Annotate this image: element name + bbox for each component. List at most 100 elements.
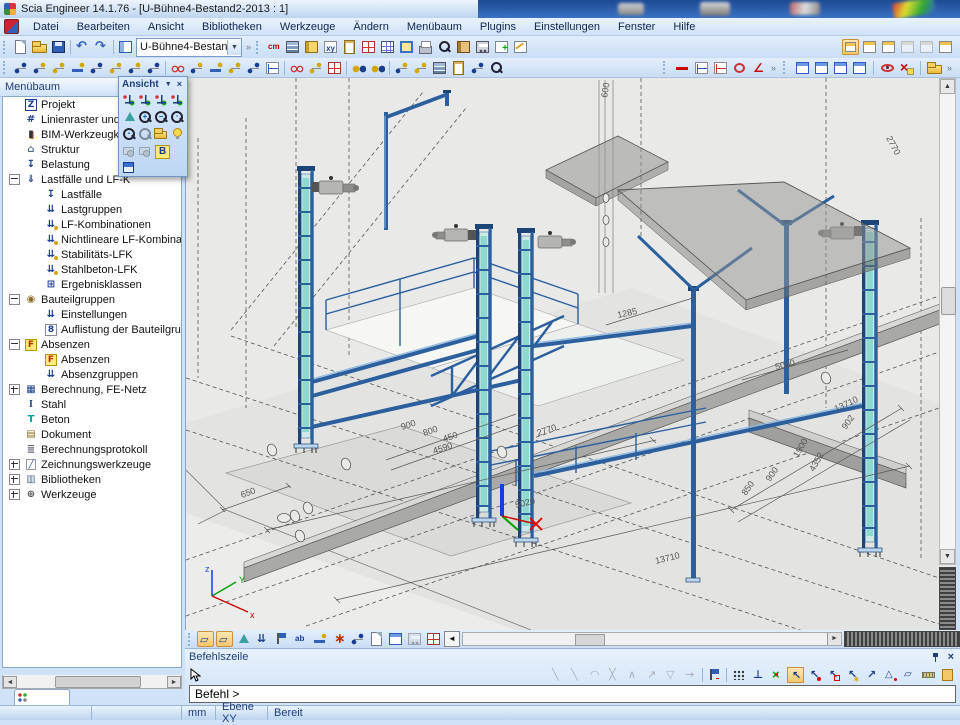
- calculator-icon[interactable]: [474, 39, 491, 55]
- save-image-icon[interactable]: [121, 143, 136, 158]
- scale-icon[interactable]: [264, 60, 281, 76]
- node-snap-icon[interactable]: [806, 667, 823, 683]
- tree-expander-icon[interactable]: [9, 459, 20, 470]
- zoom-all-icon[interactable]: [121, 126, 136, 141]
- menu-item[interactable]: Plugins: [472, 20, 524, 34]
- viewport-window-1-icon[interactable]: [794, 60, 811, 76]
- select-by-property-icon[interactable]: [350, 60, 367, 76]
- scroll-right-icon[interactable]: ►: [167, 676, 181, 688]
- tree-item[interactable]: Stabilitäts-LFK: [3, 247, 181, 262]
- paste-properties-icon[interactable]: [412, 60, 429, 76]
- measure-icon[interactable]: [920, 667, 937, 683]
- sidebar-tab[interactable]: [14, 689, 70, 705]
- tree-item[interactable]: Bauteilgruppen: [3, 292, 181, 307]
- overflow-chevron-icon[interactable]: »: [771, 63, 776, 73]
- load-copy-icon[interactable]: [450, 60, 467, 76]
- deselect-all-icon[interactable]: [69, 60, 86, 76]
- menu-tree[interactable]: Projekt Linienraster und G BIM-Werkzeugk…: [2, 96, 182, 668]
- project-manager-icon[interactable]: [117, 39, 134, 55]
- model-canvas[interactable]: 600 2770 1285 5000 900 800 450 4590 650 …: [186, 78, 939, 630]
- trim-icon[interactable]: [288, 60, 305, 76]
- select-nodes-icon[interactable]: [12, 60, 29, 76]
- window-layout-1-icon[interactable]: [842, 39, 859, 55]
- render-surface-icon[interactable]: [216, 631, 233, 647]
- activity-filter-icon[interactable]: [425, 631, 442, 647]
- viewport-window-4-icon[interactable]: [851, 60, 868, 76]
- break-icon[interactable]: [326, 60, 343, 76]
- view-x-icon[interactable]: [121, 92, 136, 107]
- document-library-icon[interactable]: [455, 39, 472, 55]
- tree-item[interactable]: Dokument: [3, 427, 181, 442]
- tracking-icon[interactable]: [706, 667, 723, 683]
- docked-panel-grip-horizontal[interactable]: [844, 631, 960, 647]
- menu-item[interactable]: Fenster: [610, 20, 663, 34]
- copy-image-icon[interactable]: [137, 143, 152, 158]
- polygon-snap-icon[interactable]: [882, 667, 899, 683]
- menu-item[interactable]: Menübaum: [399, 20, 470, 34]
- generator-icon[interactable]: [469, 60, 486, 76]
- annotation-icon[interactable]: [512, 39, 529, 55]
- window-layout-5-icon[interactable]: [918, 39, 935, 55]
- tree-expander-icon[interactable]: [9, 474, 20, 485]
- rotate-icon[interactable]: [207, 60, 224, 76]
- tree-item[interactable]: Bibliotheken: [3, 472, 181, 487]
- zoom-selection-icon[interactable]: [137, 126, 152, 141]
- shrink-elements-icon[interactable]: [406, 631, 423, 647]
- window-layout-6-icon[interactable]: [937, 39, 954, 55]
- snap-endpoint-icon[interactable]: [549, 667, 566, 683]
- pin-icon[interactable]: [930, 652, 940, 662]
- show-dimensions-icon[interactable]: [311, 631, 328, 647]
- copy-icon[interactable]: [188, 60, 205, 76]
- project-combobox[interactable]: U-Bühne4-Bestand2 ▼: [136, 38, 242, 57]
- undo-icon[interactable]: [74, 39, 91, 55]
- tree-expander-icon[interactable]: [9, 489, 20, 500]
- open-project-icon[interactable]: [31, 39, 48, 55]
- delete-tool-icon[interactable]: [898, 60, 915, 76]
- select-elements-icon[interactable]: [31, 60, 48, 76]
- menu-item[interactable]: Werkzeuge: [272, 20, 343, 34]
- tree-item[interactable]: Auflistung der Bauteilgrup: [3, 322, 181, 337]
- redo-icon[interactable]: [93, 39, 110, 55]
- title-bar[interactable]: Scia Engineer 14.1.76 - [U-Bühne4-Bestan…: [0, 0, 478, 18]
- command-input[interactable]: Befehl >: [189, 685, 956, 703]
- tree-item[interactable]: Nichtlineare LF-Kombinatio: [3, 232, 181, 247]
- units-icon[interactable]: [265, 39, 282, 55]
- tree-item[interactable]: Einstellungen: [3, 307, 181, 322]
- color-palette-icon[interactable]: [360, 39, 377, 55]
- model-viewport[interactable]: 600 2770 1285 5000 900 800 450 4590 650 …: [185, 78, 960, 630]
- midpoint-snap-icon[interactable]: [768, 667, 785, 683]
- sidebar-horizontal-scrollbar[interactable]: ◄ ►: [2, 675, 182, 689]
- edge-snap-icon[interactable]: [825, 667, 842, 683]
- scroll-left-icon[interactable]: ◄: [444, 631, 460, 647]
- snap-tangent-icon[interactable]: [644, 667, 661, 683]
- render-wireframe-icon[interactable]: [197, 631, 214, 647]
- toolbar-grip[interactable]: [663, 61, 668, 74]
- view-z-icon[interactable]: [153, 92, 168, 107]
- tree-item[interactable]: Absenzgruppen: [3, 367, 181, 382]
- snap-perpendicular-icon[interactable]: [625, 667, 642, 683]
- tree-item[interactable]: Berechnungsprotokoll: [3, 442, 181, 457]
- scroll-left-icon[interactable]: ◄: [3, 676, 17, 688]
- window-layout-3-icon[interactable]: [880, 39, 897, 55]
- snap-arc-icon[interactable]: [587, 667, 604, 683]
- show-labels-icon[interactable]: [292, 631, 309, 647]
- select-polygon-icon[interactable]: [126, 60, 143, 76]
- print-preview-icon[interactable]: [436, 39, 453, 55]
- new-document-icon[interactable]: [12, 39, 29, 55]
- tree-expander-icon[interactable]: [9, 339, 20, 350]
- member-data-icon[interactable]: [431, 60, 448, 76]
- coordinates-info-icon[interactable]: [322, 39, 339, 55]
- scroll-up-icon[interactable]: ▲: [940, 79, 955, 94]
- toolbar-grip[interactable]: [188, 633, 193, 646]
- zoom-out-icon[interactable]: [153, 109, 168, 124]
- light-icon[interactable]: [169, 126, 184, 141]
- line-grid-snap-icon[interactable]: [749, 667, 766, 683]
- open-subfolder-icon[interactable]: [926, 60, 943, 76]
- tree-item[interactable]: Lastfälle: [3, 187, 181, 202]
- scrollbar-thumb[interactable]: [941, 287, 956, 315]
- status-plane[interactable]: Ebene XY: [216, 706, 268, 720]
- select-workplane-icon[interactable]: [145, 60, 162, 76]
- scrollbar-thumb[interactable]: [55, 676, 141, 688]
- tree-expander-icon[interactable]: [9, 384, 20, 395]
- show-supports-icon[interactable]: [273, 631, 290, 647]
